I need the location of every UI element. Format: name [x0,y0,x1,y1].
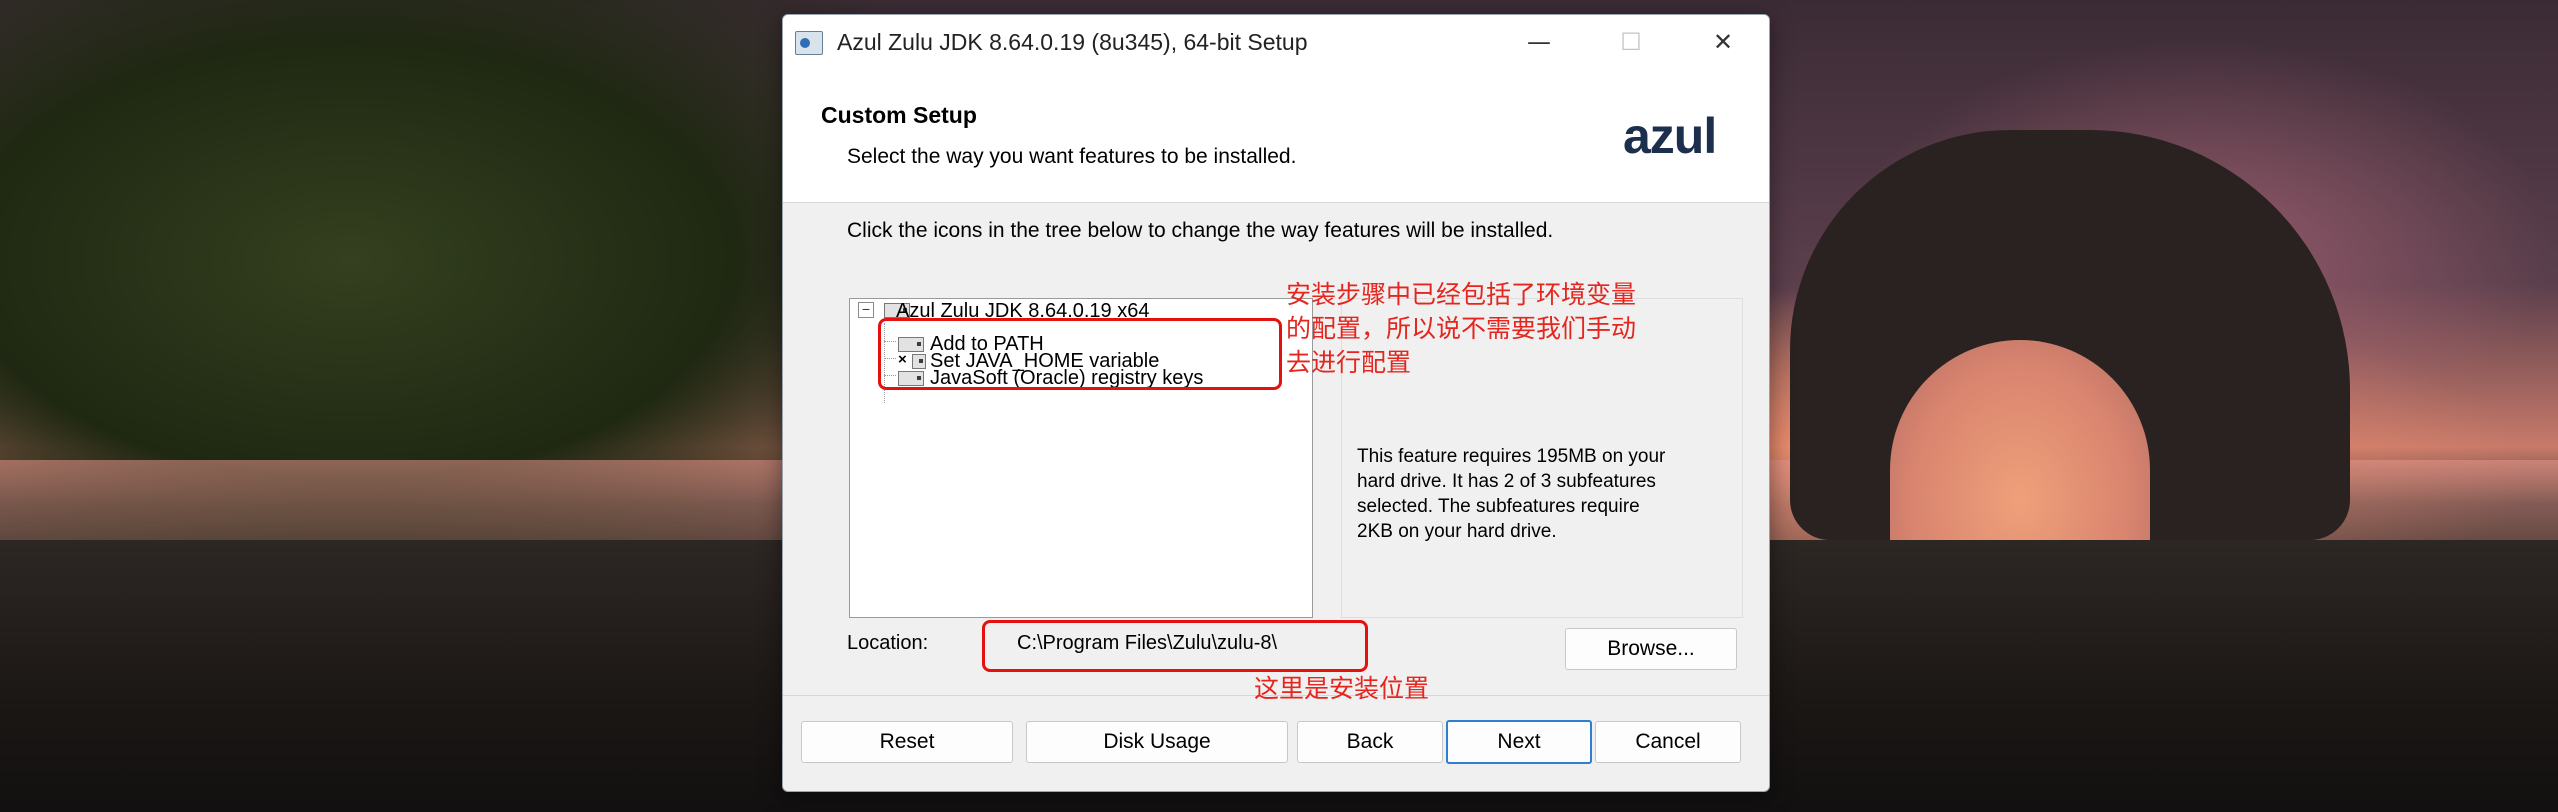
description-line: selected. The subfeatures require [1357,496,1640,517]
back-button[interactable]: Back [1297,721,1443,763]
header-banner: Custom Setup Select the way you want fea… [783,69,1769,203]
highlight-box-tree-items [878,318,1282,390]
description-line: hard drive. It has 2 of 3 subfeatures [1357,471,1656,492]
tree-item-root[interactable]: − Azul Zulu JDK 8.64.0.19 x64 [858,300,1158,322]
annotation-line: 安装步骤中已经包括了环境变量 [1286,280,1637,309]
window-title: Azul Zulu JDK 8.64.0.19 (8u345), 64-bit … [837,29,1308,55]
page-title: Custom Setup [821,102,977,128]
annotation-env-config: 安装步骤中已经包括了环境变量 的配置，所以说不需要我们手动 去进行配置 [1286,278,1636,380]
azul-logo: azul [1623,108,1717,164]
feature-description: This feature requires 195MB on your hard… [1357,444,1717,544]
cancel-button[interactable]: Cancel [1595,721,1741,763]
browse-button[interactable]: Browse... [1565,628,1737,670]
collapse-icon[interactable]: − [858,302,874,318]
description-line: This feature requires 195MB on your [1357,446,1666,467]
close-button[interactable]: ✕ [1677,15,1769,69]
next-button[interactable]: Next [1446,720,1592,764]
annotation-line: 的配置，所以说不需要我们手动 [1286,314,1637,343]
annotation-location: 这里是安装位置 [1254,674,1430,703]
disk-usage-button[interactable]: Disk Usage [1026,721,1288,763]
page-subtitle: Select the way you want features to be i… [847,145,1297,168]
highlight-box-location [982,620,1368,672]
annotation-line: 去进行配置 [1286,348,1412,377]
description-line: 2KB on your hard drive. [1357,521,1557,542]
title-bar[interactable]: Azul Zulu JDK 8.64.0.19 (8u345), 64-bit … [783,15,1769,69]
minimize-button[interactable]: — [1493,15,1585,69]
instruction-text: Click the icons in the tree below to cha… [847,219,1554,242]
maximize-button[interactable]: ☐ [1585,15,1677,69]
reset-button[interactable]: Reset [801,721,1013,763]
location-label: Location: [847,632,929,654]
installer-icon [795,31,823,55]
